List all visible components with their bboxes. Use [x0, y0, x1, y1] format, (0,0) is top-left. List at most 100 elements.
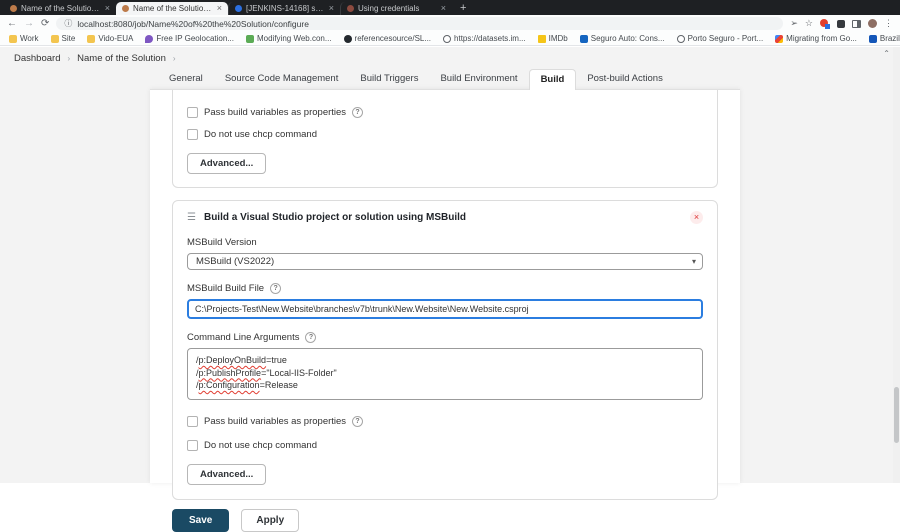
bookmark-item[interactable]: https://datasets.im... [443, 34, 526, 43]
pass-build-variables-checkbox[interactable] [187, 416, 198, 427]
bookmark-item[interactable]: Porto Seguro - Port... [676, 34, 763, 43]
step-header: ☰ Build a Visual Studio project or solut… [187, 211, 703, 224]
checkbox-row: Pass build variables as properties ? [187, 107, 703, 118]
address-bar[interactable]: ⓘ localhost:8080/job/Name%20of%20the%20S… [56, 17, 784, 30]
bookmark-item[interactable]: Site [50, 34, 75, 43]
bookmark-label: Vido-EUA [98, 34, 134, 43]
bookmark-item[interactable]: Free IP Geolocation... [145, 34, 234, 43]
close-icon[interactable]: × [329, 4, 334, 13]
msbuild-step-card: ☰ Build a Visual Studio project or solut… [172, 200, 718, 500]
jenkins-page: Dashboard › Name of the Solution › ⌃ Gen… [0, 47, 900, 532]
bookmark-item[interactable]: IMDb [537, 34, 568, 43]
config-content: General Source Code Management Build Tri… [150, 66, 740, 532]
browser-tab[interactable]: Using credentials × [340, 2, 452, 15]
tab-build-environment[interactable]: Build Environment [429, 69, 528, 89]
imdb-icon [537, 34, 546, 43]
delete-step-icon[interactable]: × [690, 211, 703, 224]
bookmark-item[interactable]: Work [9, 34, 39, 43]
refresh-icon[interactable]: ⟳ [41, 18, 49, 29]
tab-title: Name of the Solution Config [Je [133, 4, 213, 13]
github-icon [343, 34, 352, 43]
chevron-right-icon: › [172, 54, 176, 63]
argument-line: /p:PublishProfile="Local-IIS-Folder" [196, 367, 337, 378]
jira-favicon [235, 5, 242, 12]
bookmark-item[interactable]: Vido-EUA [87, 34, 133, 43]
folder-icon [9, 34, 17, 43]
bookmark-star-icon[interactable]: ☆ [805, 19, 813, 28]
bookmark-item[interactable]: Seguro Auto: Cons... [579, 34, 665, 43]
drag-handle-icon[interactable]: ☰ [187, 212, 196, 223]
bookmark-item[interactable]: Modifying Web.con... [245, 34, 332, 43]
browser-tab[interactable]: Name of the Solution Config [Je × [4, 2, 116, 15]
apply-button[interactable]: Apply [241, 509, 300, 532]
back-icon[interactable]: ← [7, 18, 17, 29]
checkbox-row: Do not use chcp command [187, 440, 703, 451]
checkbox-row: Do not use chcp command [187, 129, 703, 140]
bookmark-label: Migrating from Go... [786, 34, 857, 43]
do-not-use-chcp-checkbox[interactable] [187, 129, 198, 140]
select-value: MSBuild (VS2022) [196, 256, 275, 267]
msbuild-build-file-input[interactable] [187, 299, 703, 319]
breadcrumb-job-name[interactable]: Name of the Solution [77, 53, 166, 64]
advanced-button[interactable]: Advanced... [187, 153, 267, 174]
profile-avatar[interactable] [868, 19, 877, 28]
bookmark-item[interactable]: referencesource/SL... [343, 34, 432, 43]
globe-icon [443, 34, 452, 43]
pass-build-variables-checkbox[interactable] [187, 107, 198, 118]
tab-source-code-management[interactable]: Source Code Management [214, 69, 350, 89]
help-icon[interactable]: ? [270, 283, 282, 294]
bookmark-label: Seguro Auto: Cons... [590, 34, 665, 43]
field-label-row: MSBuild Version [187, 237, 703, 248]
bookmark-label: Brazil Country Code... [879, 34, 900, 43]
tab-build-triggers[interactable]: Build Triggers [349, 69, 429, 89]
help-icon[interactable]: ? [305, 332, 317, 343]
extensions-icon[interactable] [837, 19, 845, 28]
help-icon[interactable]: ? [352, 416, 364, 427]
command-line-arguments-label: Command Line Arguments [187, 332, 300, 343]
tab-post-build-actions[interactable]: Post-build Actions [576, 69, 674, 89]
browser-tab[interactable]: [JENKINS-14168] scm-sync-con × [228, 2, 340, 15]
new-tab-button[interactable]: + [460, 2, 466, 14]
bookmark-label: referencesource/SL... [354, 34, 432, 43]
advanced-button[interactable]: Advanced... [187, 464, 267, 485]
bookmark-item[interactable]: Brazil Country Code... [868, 34, 900, 43]
browser-tab-active[interactable]: Name of the Solution Config [Je × [116, 2, 228, 15]
forward-icon[interactable]: → [24, 18, 34, 29]
chevron-down-icon: ▾ [691, 257, 696, 266]
build-step-card-partial: Pass build variables as properties ? Do … [172, 90, 718, 188]
toolbar-right-icons: ➢ ☆ ⋮ [790, 18, 893, 29]
jenkins-favicon [10, 5, 17, 12]
do-not-use-chcp-checkbox[interactable] [187, 440, 198, 451]
share-icon[interactable]: ➢ [790, 19, 798, 28]
chevron-up-icon[interactable]: ⌃ [883, 49, 890, 58]
site-info-icon[interactable]: ⓘ [64, 18, 72, 29]
chevron-right-icon: › [67, 54, 71, 63]
jenkins-favicon [122, 5, 129, 12]
breadcrumb-dashboard[interactable]: Dashboard [14, 53, 60, 64]
tab-general[interactable]: General [158, 69, 214, 89]
close-icon[interactable]: × [441, 4, 446, 13]
scrollbar-thumb[interactable] [894, 387, 899, 443]
bookmark-label: Modifying Web.con... [256, 34, 332, 43]
close-icon[interactable]: × [105, 4, 110, 13]
tab-title: Name of the Solution Config [Je [21, 4, 101, 13]
scrollbar-track[interactable] [893, 47, 900, 483]
help-icon[interactable]: ? [352, 107, 364, 118]
side-panel-icon[interactable] [852, 19, 861, 28]
bookmark-item[interactable]: Migrating from Go... [775, 34, 857, 43]
save-button[interactable]: Save [172, 509, 230, 532]
tab-build[interactable]: Build [528, 69, 577, 90]
command-line-arguments-textarea[interactable]: /p:DeployOnBuild=true /p:PublishProfile=… [187, 348, 703, 400]
menu-kebab-icon[interactable]: ⋮ [884, 19, 893, 28]
breadcrumb: Dashboard › Name of the Solution › [14, 52, 176, 65]
tab-title: [JENKINS-14168] scm-sync-con [246, 4, 325, 13]
field-label-row: Command Line Arguments ? [187, 332, 703, 343]
msbuild-version-select[interactable]: MSBuild (VS2022) ▾ [187, 253, 703, 270]
folder-icon [50, 34, 59, 43]
extension-icon[interactable] [820, 18, 830, 29]
checkbox-label: Pass build variables as properties [204, 416, 347, 427]
globe-icon [676, 34, 685, 43]
argument-line: /p:DeployOnBuild=true [196, 355, 287, 365]
checkbox-label: Pass build variables as properties [204, 107, 347, 118]
close-icon[interactable]: × [217, 4, 222, 13]
